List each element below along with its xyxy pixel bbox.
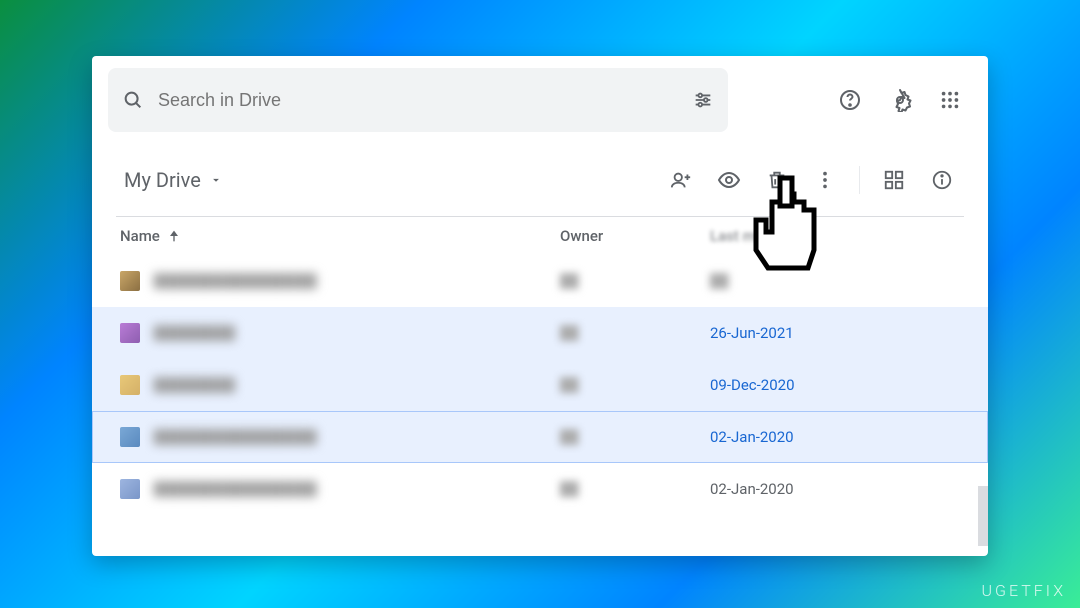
file-owner: ██: [560, 377, 710, 393]
breadcrumb-label: My Drive: [124, 168, 201, 192]
file-row[interactable]: ████████████████ ██ 02-Jan-2020: [92, 463, 988, 515]
file-owner: ██: [560, 273, 710, 289]
top-bar: [92, 56, 988, 144]
list-header: Name Owner Last modified: [92, 217, 988, 255]
file-icon: [120, 479, 140, 499]
column-owner-label: Owner: [560, 227, 603, 245]
preview-button[interactable]: [707, 158, 751, 202]
file-owner: ██: [560, 325, 710, 341]
file-name: ████████████████: [154, 481, 317, 497]
file-icon: [120, 375, 140, 395]
file-row[interactable]: ████████████████ ██ ██: [92, 255, 988, 307]
toolbar: My Drive: [92, 144, 988, 216]
file-name: ████████████████: [154, 273, 317, 289]
column-owner-header[interactable]: Owner: [560, 227, 710, 245]
file-modified: 02-Jan-2020: [710, 480, 890, 498]
file-modified: 26-Jun-2021: [710, 324, 890, 342]
file-icon: [120, 271, 140, 291]
file-name: ████████: [154, 377, 236, 393]
scrollbar[interactable]: [978, 486, 988, 546]
file-icon: [120, 427, 140, 447]
file-owner: ██: [560, 429, 710, 445]
search-options-icon[interactable]: [692, 78, 714, 122]
sort-ascending-icon: [166, 228, 182, 244]
grid-view-button[interactable]: [872, 158, 916, 202]
file-row[interactable]: ████████ ██ 26-Jun-2021: [92, 307, 988, 359]
search-icon: [122, 89, 144, 111]
file-row[interactable]: ████████████████ ██ 02-Jan-2020: [92, 411, 988, 463]
file-icon: [120, 323, 140, 343]
file-owner: ██: [560, 481, 710, 497]
action-icons: [659, 158, 964, 202]
settings-button[interactable]: [878, 78, 922, 122]
file-modified: ██: [710, 273, 890, 289]
share-button[interactable]: [659, 158, 703, 202]
file-modified: 02-Jan-2020: [710, 428, 890, 446]
column-name-header[interactable]: Name: [120, 227, 560, 245]
drive-window: My Drive: [92, 56, 988, 556]
watermark: UGETFIX: [982, 581, 1066, 600]
more-options-button[interactable]: [803, 158, 847, 202]
breadcrumb[interactable]: My Drive: [116, 164, 231, 196]
delete-button[interactable]: [755, 158, 799, 202]
file-row[interactable]: ████████ ██ 09-Dec-2020: [92, 359, 988, 411]
search-input[interactable]: [158, 90, 692, 111]
column-modified-header[interactable]: Last modified: [710, 227, 890, 245]
file-name: ████████: [154, 325, 236, 341]
file-list: ████████████████ ██ ██ ████████ ██ 26-Ju…: [92, 255, 988, 515]
column-modified-label: Last modified: [710, 227, 802, 245]
file-name: ████████████████: [154, 429, 317, 445]
file-modified: 09-Dec-2020: [710, 376, 890, 394]
top-icons: [828, 78, 972, 122]
apps-button[interactable]: [928, 78, 972, 122]
search-bar[interactable]: [108, 68, 728, 132]
details-button[interactable]: [920, 158, 964, 202]
column-name-label: Name: [120, 227, 160, 245]
separator: [859, 166, 860, 194]
dropdown-icon: [209, 173, 223, 187]
help-button[interactable]: [828, 78, 872, 122]
